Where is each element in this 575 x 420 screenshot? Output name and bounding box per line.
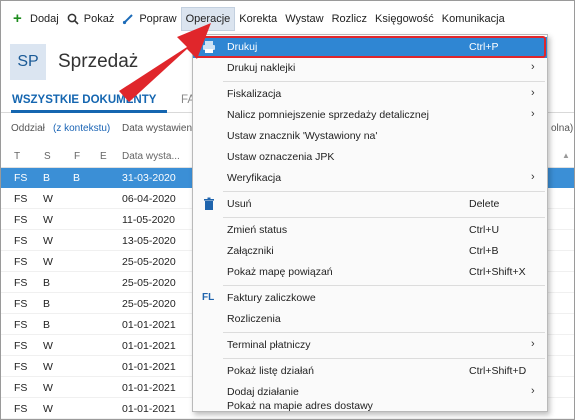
menu-item-change-status[interactable]: Zmień status Ctrl+U xyxy=(193,220,547,241)
menu-item-relations-map[interactable]: Pokaż mapę powiązań Ctrl+Shift+X xyxy=(193,262,547,283)
brush-icon xyxy=(123,14,134,25)
submenu-arrow-icon: › xyxy=(531,338,535,350)
col-date[interactable]: Data wysta... xyxy=(122,151,180,162)
submenu-arrow-icon: › xyxy=(531,108,535,120)
operations-menu[interactable]: Operacje xyxy=(180,7,236,31)
col-t[interactable]: T xyxy=(14,151,20,162)
callout-highlight xyxy=(194,36,546,58)
accounting-menu[interactable]: Księgowość xyxy=(371,7,438,31)
menu-item-set-jpk[interactable]: Ustaw oznaczenia JPK xyxy=(193,147,547,168)
tab-all-documents[interactable]: WSZYSTKIE DOKUMENTY xyxy=(12,94,156,106)
settle-menu[interactable]: Rozlicz xyxy=(328,7,371,31)
issue-menu[interactable]: Wystaw xyxy=(281,7,327,31)
menu-item-verification[interactable]: Weryfikacja › xyxy=(193,168,547,189)
menu-item-set-issued-flag[interactable]: Ustaw znacznik 'Wystawiony na' xyxy=(193,126,547,147)
col-e[interactable]: E xyxy=(100,151,107,162)
submenu-arrow-icon: › xyxy=(531,385,535,397)
menu-item-delete[interactable]: Usuń Delete xyxy=(193,194,547,215)
add-button[interactable]: + Dodaj xyxy=(9,7,63,31)
submenu-arrow-icon: › xyxy=(531,61,535,73)
submenu-arrow-icon: › xyxy=(531,87,535,99)
fl-icon: FL xyxy=(202,292,215,303)
menu-item-show-actions[interactable]: Pokaż listę działań Ctrl+Shift+D xyxy=(193,361,547,382)
filter-branch-label: Oddział xyxy=(11,123,45,134)
menu-item-advance-invoices[interactable]: FL Faktury zaliczkowe xyxy=(193,288,547,309)
module-badge: SP xyxy=(10,44,46,80)
col-s[interactable]: S xyxy=(44,151,51,162)
scroll-up-icon[interactable]: ▲ xyxy=(562,151,570,160)
app-window: + Dodaj Pokaż Popraw Operacje Korekta Wy… xyxy=(0,0,575,420)
filter-branch-value[interactable]: (z kontekstu) xyxy=(53,123,110,134)
edit-button[interactable]: Popraw xyxy=(118,7,180,31)
submenu-arrow-icon: › xyxy=(531,171,535,183)
menu-item-settlements[interactable]: Rozliczenia xyxy=(193,309,547,330)
menu-separator xyxy=(223,332,545,333)
toolbar: + Dodaj Pokaż Popraw Operacje Korekta Wy… xyxy=(1,1,574,37)
menu-item-fiscalization[interactable]: Fiskalizacja › xyxy=(193,84,547,105)
correction-menu[interactable]: Korekta xyxy=(235,7,281,31)
menu-separator xyxy=(223,285,545,286)
menu-item-attachments[interactable]: Załączniki Ctrl+B xyxy=(193,241,547,262)
active-tab-indicator xyxy=(11,110,167,113)
filter-date-label[interactable]: Data wystawien xyxy=(122,123,192,134)
search-icon xyxy=(67,13,79,25)
vertical-scrollbar[interactable]: ▲ xyxy=(561,146,571,416)
operations-dropdown-menu: Drukuj Ctrl+P Drukuj naklejki › Fiskaliz… xyxy=(192,34,548,412)
trash-icon xyxy=(204,197,214,210)
plus-icon: + xyxy=(13,10,22,27)
page-title: Sprzedaż xyxy=(58,51,139,72)
filter-right-label: olna) xyxy=(551,123,574,134)
menu-separator xyxy=(223,191,545,192)
menu-item-retail-reduction[interactable]: Nalicz pomniejszenie sprzedaży detaliczn… xyxy=(193,105,547,126)
col-f[interactable]: F xyxy=(74,151,80,162)
show-button[interactable]: Pokaż xyxy=(63,7,119,31)
menu-item-print-labels[interactable]: Drukuj naklejki › xyxy=(193,58,547,79)
menu-separator xyxy=(223,81,545,82)
menu-item-delivery-map[interactable]: Pokaż na mapie adres dostawy xyxy=(193,398,547,412)
menu-separator xyxy=(223,217,545,218)
communication-menu[interactable]: Komunikacja xyxy=(438,7,509,31)
